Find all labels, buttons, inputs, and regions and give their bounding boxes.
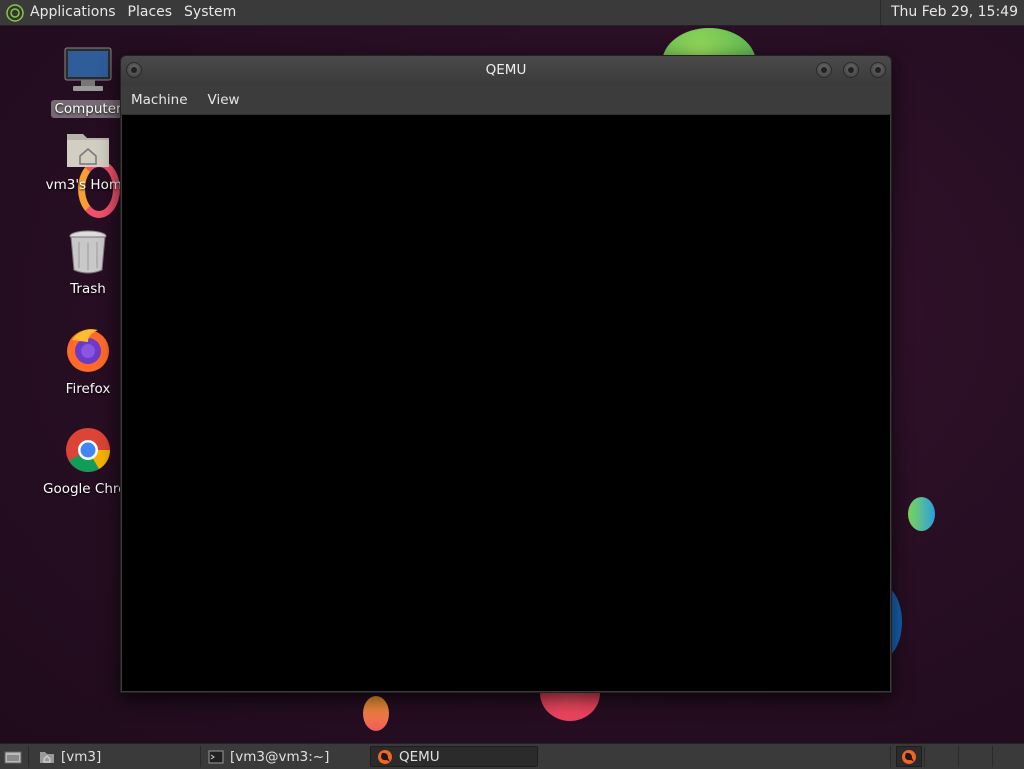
qemu-icon (902, 749, 916, 764)
folder-icon (40, 751, 54, 763)
workspace-switcher-1[interactable] (896, 746, 922, 767)
show-desktop-button[interactable] (2, 746, 24, 767)
desktop-icon-label: Computer (51, 100, 125, 118)
panel-separator (28, 746, 29, 767)
home-folder-icon (67, 134, 109, 167)
task-label: QEMU (399, 748, 440, 765)
task-label: [vm3] (61, 748, 102, 765)
task-terminal[interactable]: [vm3@vm3:~] (202, 746, 367, 767)
distro-logo-icon (6, 3, 24, 22)
maximize-button[interactable] (843, 62, 859, 78)
show-desktop-icon (4, 751, 22, 763)
window-title: QEMU (485, 62, 527, 78)
trash-icon (69, 230, 107, 274)
top-panel: Applications Places System Thu Feb 29, 1… (0, 0, 1024, 26)
window-titlebar[interactable]: QEMU (121, 56, 891, 85)
clock[interactable]: Thu Feb 29, 15:49 (879, 0, 1024, 25)
vm-display[interactable] (122, 115, 890, 691)
workspace-switcher-3[interactable] (959, 746, 991, 767)
wallpaper-bubble (908, 497, 935, 531)
panel-separator (890, 746, 891, 767)
task-vm3-folder[interactable]: [vm3] (33, 746, 198, 767)
wallpaper-bubble (363, 696, 389, 731)
close-button[interactable] (870, 62, 886, 78)
bottom-panel: [vm3] [vm3@vm3:~] QEMU (0, 743, 1024, 769)
workspace-switcher-4[interactable] (993, 746, 1023, 767)
qemu-icon (378, 749, 392, 764)
desktop-icon-label: Firefox (65, 381, 111, 397)
desktop-icon-label: Trash (70, 281, 106, 297)
workspace-switcher-2[interactable] (925, 746, 957, 767)
terminal-icon (208, 750, 224, 763)
places-menu[interactable]: Places (122, 0, 179, 25)
task-qemu[interactable]: QEMU (370, 746, 538, 767)
minimize-button[interactable] (816, 62, 832, 78)
system-menu[interactable]: System (178, 0, 242, 25)
menu-machine[interactable]: Machine (121, 92, 198, 108)
chrome-icon (66, 428, 110, 472)
firefox-icon (67, 329, 109, 372)
menu-view[interactable]: View (198, 92, 250, 108)
computer-icon (64, 47, 112, 91)
applications-menu[interactable]: Applications (0, 0, 122, 25)
applications-menu-label: Applications (30, 4, 116, 20)
task-label: [vm3@vm3:~] (230, 748, 330, 765)
window-menubar: Machine View (121, 85, 891, 115)
qemu-window: QEMU Machine View (120, 55, 892, 693)
panel-separator (200, 746, 201, 767)
